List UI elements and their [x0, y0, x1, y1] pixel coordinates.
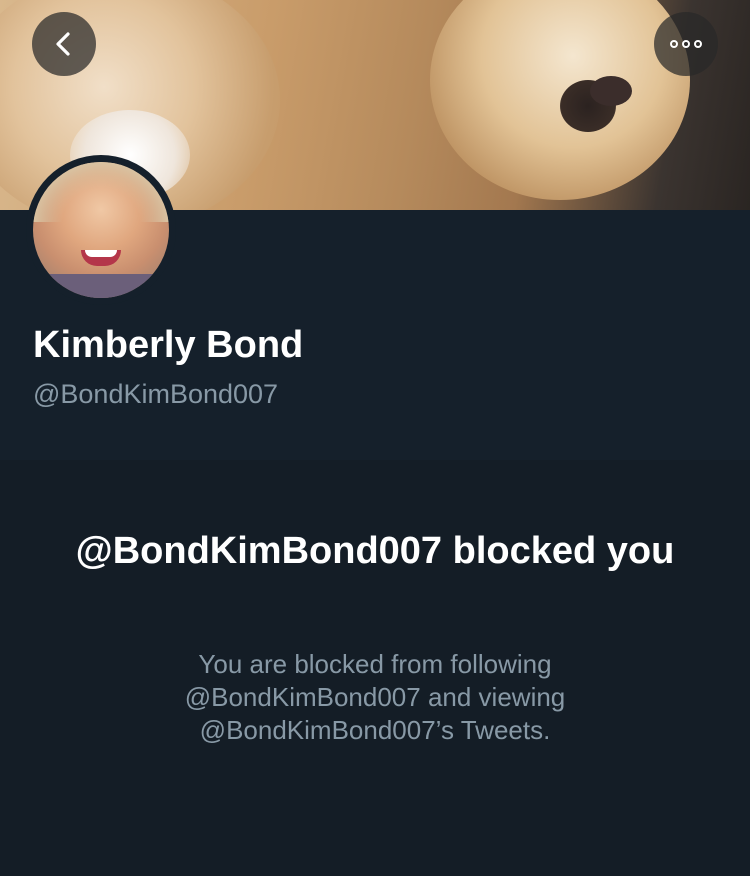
blocked-description: You are blocked from following @BondKimB… — [184, 649, 566, 745]
profile-screen: Kimberly Bond @BondKimBond007 @BondKimBo… — [0, 0, 750, 876]
blocked-title: @BondKimBond007 blocked you — [75, 530, 675, 572]
more-horizontal-icon — [670, 40, 702, 48]
chevron-left-icon — [56, 32, 70, 56]
profile-handle: @BondKimBond007 — [33, 379, 279, 409]
avatar[interactable] — [33, 162, 169, 298]
back-button[interactable] — [32, 12, 96, 76]
more-options-button[interactable] — [654, 12, 718, 76]
profile-display-name: Kimberly Bond — [33, 324, 304, 366]
banner-dog-right-nose — [590, 76, 632, 106]
